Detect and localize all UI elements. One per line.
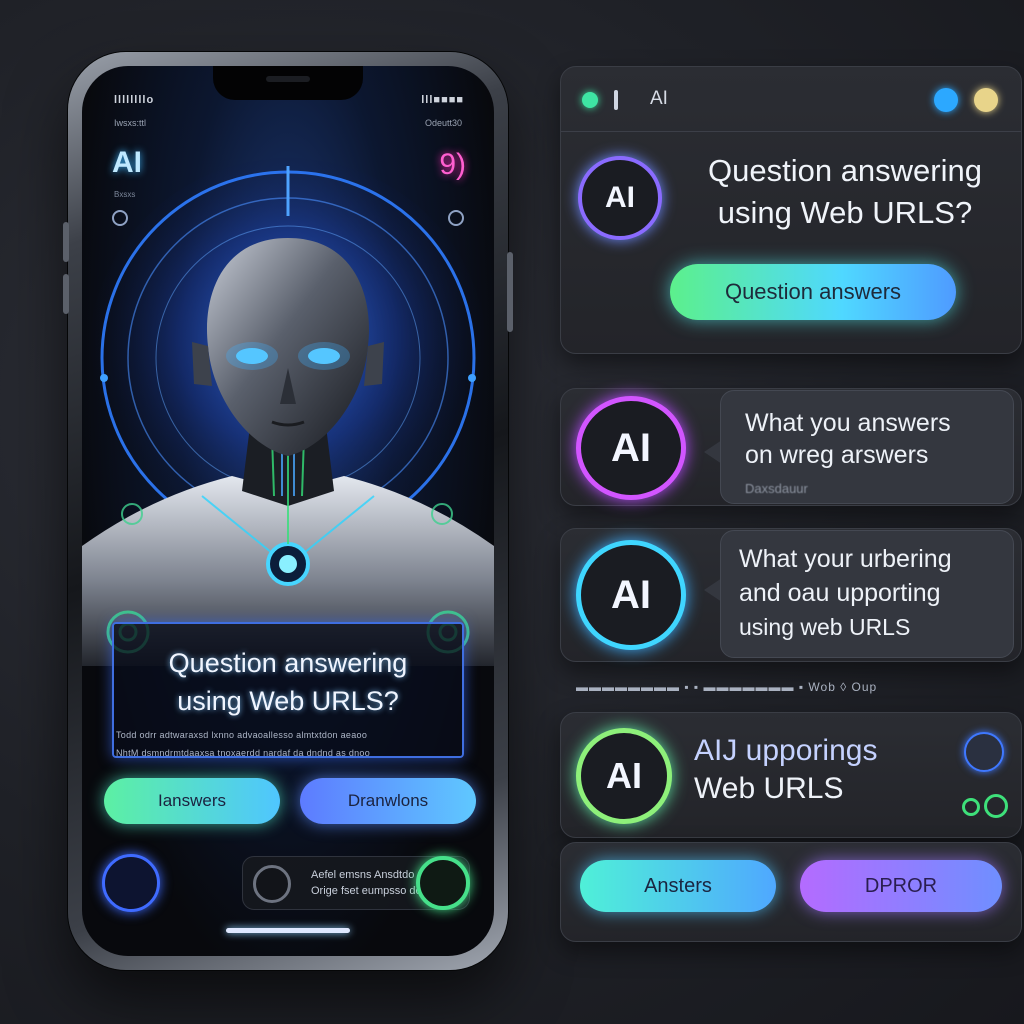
ai-logo-subtext: Bxsxs [114, 190, 136, 199]
phone-screen: llllllllo lll■■■■ Iwsxs:ttl Odeutt30 AI … [82, 66, 494, 956]
card1-title-line-1: Question answering [708, 153, 982, 188]
ai-badge-card2: AI [576, 396, 686, 500]
bubble3-line-3: using web URLS [739, 614, 911, 640]
caption-title-line-2: using Web URLS? [177, 686, 399, 716]
card4-line-1: AIJ upporings [694, 734, 878, 767]
chat-bubble-3: What your urbering and oau upporting usi… [720, 530, 1014, 658]
header-divider [561, 131, 1021, 132]
phone-frame: llllllllo lll■■■■ Iwsxs:ttl Odeutt30 AI … [63, 52, 513, 970]
panel-header-label: AI [650, 88, 668, 109]
bubble3-line-1: What your urbering [739, 545, 952, 573]
chat-bubble-2: What you answers on wreg arswers Daxsdau… [720, 390, 1014, 504]
record-icon[interactable] [416, 856, 470, 910]
divider-status-row: ▬▬▬▬▬▬▬▬ ▪ ▪ ▬▬▬▬▬▬▬ ▪ Wob ◊ Oup [576, 680, 878, 694]
toggle-left-icon[interactable] [962, 798, 980, 816]
fine-print-line-2: NhtM dsmndrmtdaaxsa tnoxaerdd nardaf da … [116, 748, 371, 758]
brain-icon[interactable] [102, 854, 160, 912]
ai-badge-card1: AI [578, 156, 662, 240]
phone-power-button [507, 252, 513, 332]
downloads-button[interactable]: Dranwlons [300, 778, 476, 824]
ai-robot-illustration [82, 158, 494, 666]
caption-title-line-1: Question answering [168, 648, 408, 678]
card4-line-2: Web URLS [694, 772, 844, 805]
bubble3-line-2: and oau upporting [739, 579, 941, 607]
yellow-toggle-icon[interactable] [974, 88, 998, 112]
status-bar-left: llllllllo [114, 94, 155, 106]
home-indicator[interactable] [226, 928, 350, 933]
toggle-right-icon[interactable] [984, 794, 1008, 818]
answers-action-button[interactable]: Ansters [580, 860, 776, 912]
status-sub-right: Odeutt30 [424, 118, 462, 128]
phone-volume-down [63, 274, 69, 314]
info-text-line-1: Aefel emsns Ansdtdo no [311, 869, 430, 881]
status-bar-right: lll■■■■ [421, 94, 464, 106]
ai-badge-card3: AI [576, 540, 686, 650]
avatar-icon [253, 865, 291, 903]
fine-print-line-1: Todd odrr adtwaraxsd lxnno advaoallesso … [116, 730, 368, 740]
status-sub-left: Iwsxs:ttl [114, 118, 147, 128]
separator-icon [614, 90, 618, 110]
ai-logo: AI [112, 146, 142, 179]
phone-volume-up [63, 222, 69, 262]
notification-count: 9) [439, 148, 466, 181]
ai-badge-card4: AI [576, 728, 672, 824]
question-answers-button[interactable]: Question answers [670, 264, 956, 320]
search-icon[interactable] [964, 732, 1004, 772]
blue-toggle-icon[interactable] [934, 88, 958, 112]
caption-title: Question answering using Web URLS? [114, 644, 462, 720]
phone-notch [213, 66, 363, 100]
dpror-action-button[interactable]: DPROR [800, 860, 1002, 912]
refresh-icon[interactable] [448, 210, 464, 226]
bubble2-line-2: on wreg arswers [745, 441, 929, 469]
card1-title-line-2: using Web URLS? [717, 195, 973, 230]
answers-button[interactable]: Ianswers [104, 778, 280, 824]
bubble2-line-1: What you answers [745, 409, 951, 437]
card1-title: Question answering using Web URLS? [672, 150, 1018, 234]
bubble2-line-3: Daxsdauur [745, 481, 808, 496]
settings-icon[interactable] [112, 210, 128, 226]
status-dot-icon [582, 92, 598, 108]
